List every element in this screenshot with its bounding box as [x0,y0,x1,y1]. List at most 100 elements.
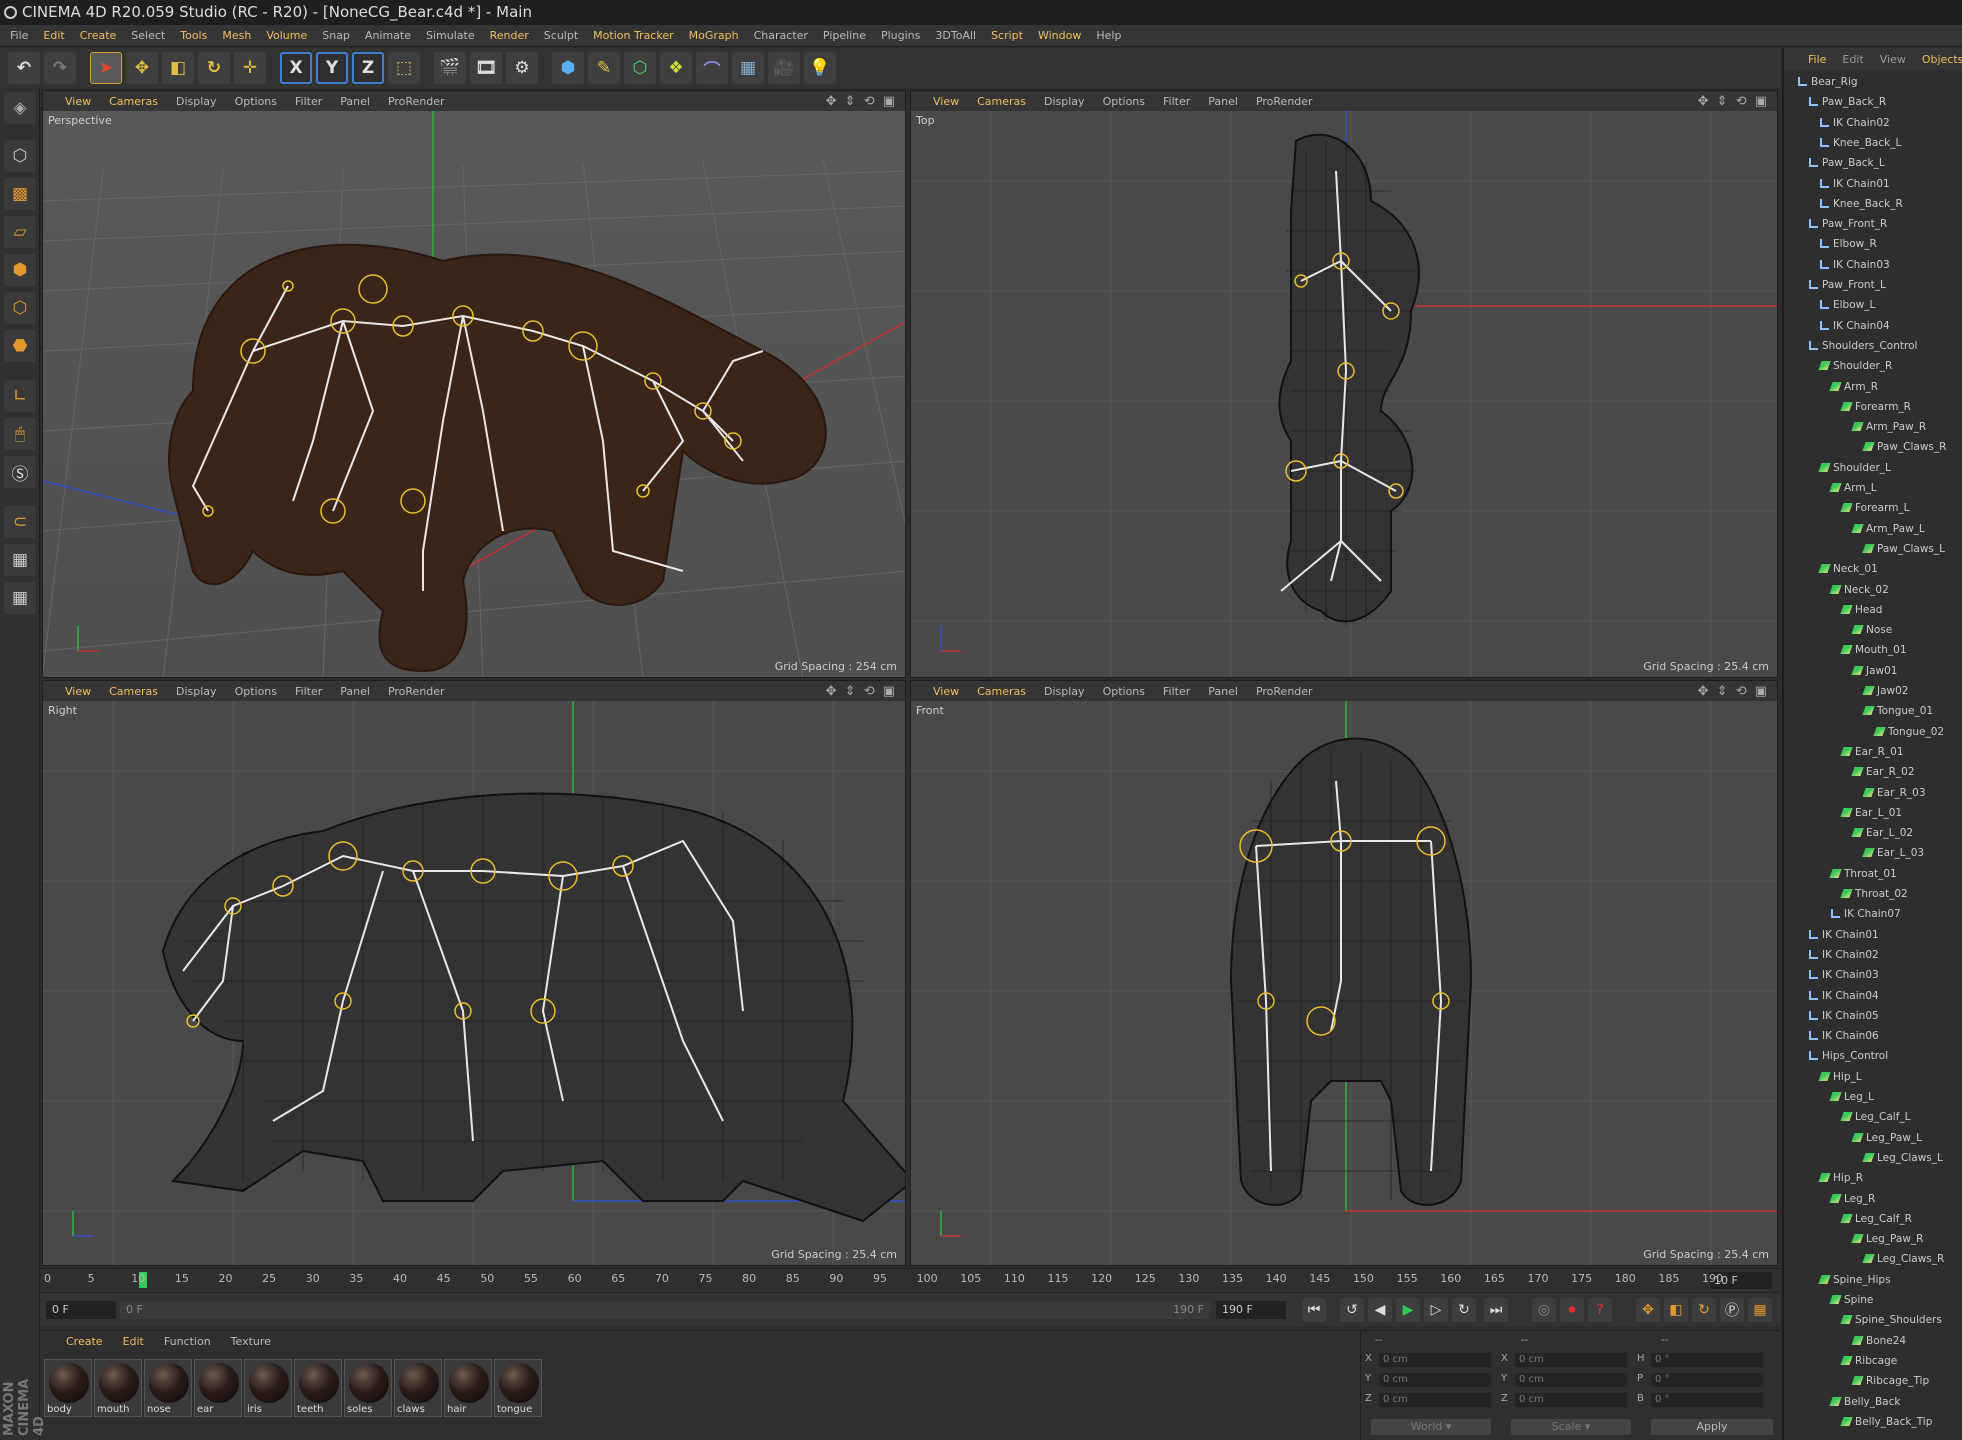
object-tree-item[interactable]: Throat_01 [1829,864,1897,884]
menu-item-simulate[interactable]: Simulate [426,25,475,46]
material-swatch-mouth[interactable]: mouth [94,1359,142,1417]
material-menu-edit[interactable]: Edit [123,1335,144,1348]
viewport-menu-view[interactable]: View [933,685,959,698]
scale-tool-icon[interactable]: ◧ [162,52,194,84]
viewport-menu-options[interactable]: Options [235,685,277,698]
light-icon[interactable]: 💡 [804,52,836,84]
viewport-menu-prorender[interactable]: ProRender [1256,95,1313,108]
object-tree-item[interactable]: Throat_02 [1840,884,1908,904]
object-tree-item[interactable]: Hips_Control [1809,1046,1888,1066]
object-manager-tab-file[interactable]: File [1808,53,1826,66]
object-tree-item[interactable]: Leg_Paw_R [1851,1229,1923,1249]
object-tree-item[interactable]: Spine_Shoulders [1840,1310,1942,1330]
next-frame-icon[interactable]: ▷ [1424,1298,1448,1322]
viewport-menu-cameras[interactable]: Cameras [977,95,1026,108]
live-selection-icon[interactable]: ➤ [90,52,122,84]
size-mode-select[interactable]: Scale ▾ [1511,1419,1631,1435]
menu-item-select[interactable]: Select [131,25,165,46]
object-tree-item[interactable]: Nose [1851,620,1892,640]
timeline-ruler[interactable]: 10 F 0 5 10 15 20 25 30 35 40 45 50 55 60 65 70 75 80 85 9… [40,1268,1780,1292]
parameter-key-icon[interactable]: Ⓟ [1720,1298,1744,1322]
viewport-menu-view[interactable]: View [65,95,91,108]
autokeying-icon[interactable]: ⏺ [1560,1298,1584,1322]
undo-icon[interactable]: ↶ [8,52,40,84]
menu-item-3dtoall[interactable]: 3DToAll [935,25,976,46]
redo-icon[interactable]: ↷ [44,52,76,84]
viewport-right[interactable]: View Cameras Display Options Filter Panel ProR… [42,680,906,1266]
deformer-icon[interactable]: ⌒ [696,52,728,84]
menu-item-edit[interactable]: Edit [43,25,64,46]
viewport-top[interactable]: View Cameras Display Options Filter Panel ProR… [910,90,1778,678]
material-menu-function[interactable]: Function [164,1335,211,1348]
object-tree-item[interactable]: Paw_Front_R [1809,214,1887,234]
material-swatch-iris[interactable]: iris [244,1359,292,1417]
object-tree-item[interactable]: IK Chain01 [1820,174,1890,194]
object-tree-item[interactable]: Ear_L_03 [1862,843,1924,863]
object-tree-item[interactable]: Jaw02 [1862,681,1908,701]
menu-item-character[interactable]: Character [754,25,808,46]
subdivision-surface-icon[interactable]: ⬡ [624,52,656,84]
pen-spline-icon[interactable]: ✎ [588,52,620,84]
viewport-menu-prorender[interactable]: ProRender [1256,685,1313,698]
viewport-menu-display[interactable]: Display [176,95,217,108]
menu-item-pipeline[interactable]: Pipeline [823,25,866,46]
viewport-menu-prorender[interactable]: ProRender [388,95,445,108]
coord-value-field[interactable]: 0 cm [1379,1393,1491,1407]
object-tree-item[interactable]: Belly_Back [1829,1392,1900,1412]
scale-key-icon[interactable]: ◧ [1664,1298,1688,1322]
menu-item-render[interactable]: Render [490,25,529,46]
object-tree-item[interactable]: IK Chain01 [1809,925,1879,945]
viewport-menu-panel[interactable]: Panel [1208,95,1238,108]
material-swatch-soles[interactable]: soles [344,1359,392,1417]
viewport-menu-filter[interactable]: Filter [295,685,322,698]
object-tree-item[interactable]: IK Chain03 [1809,965,1879,985]
object-tree-item[interactable]: Ear_L_01 [1840,803,1902,823]
material-swatch-tongue[interactable]: tongue [494,1359,542,1417]
object-tree-item[interactable]: IK Chain04 [1809,986,1879,1006]
cube-primitive-icon[interactable]: ⬢ [552,52,584,84]
object-tree-item[interactable]: Ear_L_02 [1851,823,1913,843]
viewport-front[interactable]: View Cameras Display Options Filter Panel ProR… [910,680,1778,1266]
coord-value-field[interactable]: 0 cm [1515,1353,1627,1367]
x-axis-lock-icon[interactable]: X [280,52,312,84]
object-tree-item[interactable]: Knee_Back_L [1820,133,1901,153]
model-mode-icon[interactable]: ⬡ [4,140,36,172]
menu-item-window[interactable]: Window [1038,25,1081,46]
tweak-mode-icon[interactable]: 🖱 [4,418,36,450]
menu-item-help[interactable]: Help [1096,25,1121,46]
menu-item-mesh[interactable]: Mesh [222,25,251,46]
object-tree-item[interactable]: Belly_Back_Tip [1840,1412,1932,1432]
viewport-nav-icons[interactable]: ✥ ⇕ ⟲ ▣ [1698,684,1769,699]
workplane-mode-icon[interactable]: ▱ [4,216,36,248]
object-tree-item[interactable]: Paw_Back_R [1809,92,1886,112]
object-tree-item[interactable]: Neck_02 [1829,580,1889,600]
object-tree-item[interactable]: IK Chain02 [1809,945,1879,965]
material-swatch-claws[interactable]: claws [394,1359,442,1417]
object-manager-tab-objects[interactable]: Objects [1922,53,1962,66]
object-tree-item[interactable]: Leg_Paw_L [1851,1128,1922,1148]
viewport-menu-filter[interactable]: Filter [295,95,322,108]
viewport-menu-options[interactable]: Options [235,95,277,108]
object-tree-item[interactable]: Ear_R_03 [1862,783,1926,803]
camera-icon[interactable]: 🎥 [768,52,800,84]
preview-range-slider[interactable]: 0 F 190 F [120,1301,1210,1319]
point-level-key-icon[interactable]: ▦ [1748,1298,1772,1322]
record-active-objects-icon[interactable]: ◎ [1532,1298,1556,1322]
object-tree-item[interactable]: Arm_L [1829,478,1877,498]
object-tree-item[interactable]: Arm_Paw_L [1851,519,1925,539]
coord-system-select[interactable]: World ▾ [1371,1419,1491,1435]
coord-value-field[interactable]: 0 cm [1515,1393,1627,1407]
texture-mode-icon[interactable]: ▩ [4,178,36,210]
coord-value-field[interactable]: 0 ° [1651,1353,1763,1367]
object-tree-item[interactable]: Elbow_R [1820,234,1877,254]
viewport-menu-cameras[interactable]: Cameras [109,95,158,108]
object-tree-item[interactable]: Leg_Calf_L [1840,1107,1911,1127]
edges-mode-icon[interactable]: ⬡ [4,292,36,324]
previous-key-icon[interactable]: ↺ [1340,1298,1364,1322]
axis-mode-icon[interactable]: ∟ [4,380,36,412]
menu-item-motion-tracker[interactable]: Motion Tracker [593,25,673,46]
viewport-menu-cameras[interactable]: Cameras [109,685,158,698]
floor-scene-icon[interactable]: ▦ [732,52,764,84]
play-forward-icon[interactable]: ▶ [1396,1298,1420,1322]
object-manager-tab-edit[interactable]: Edit [1842,53,1863,66]
